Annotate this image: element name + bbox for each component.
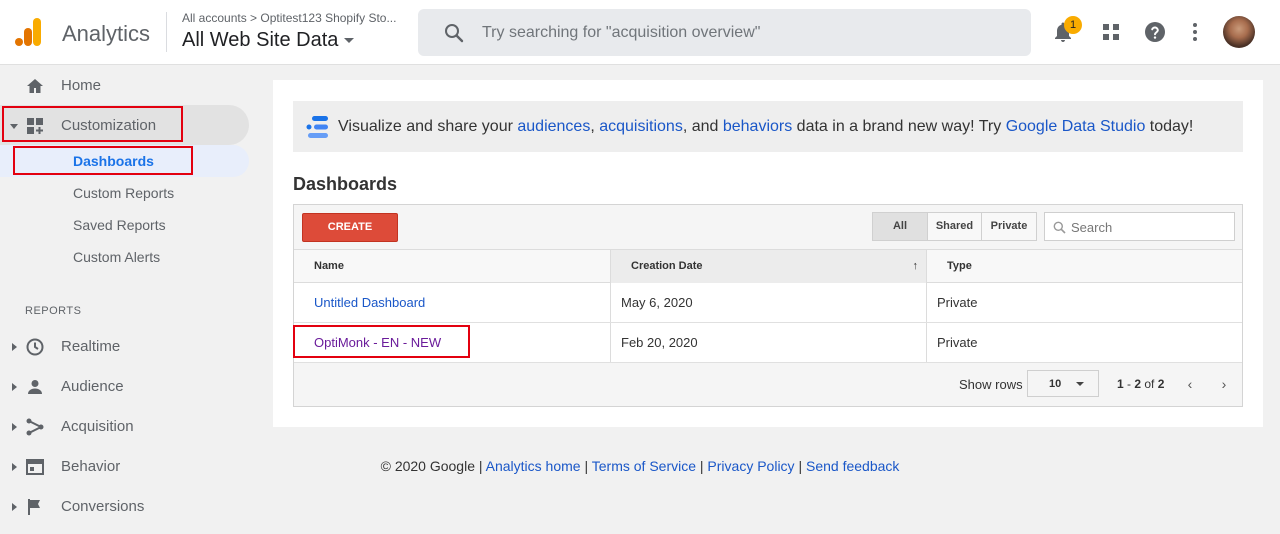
expand-arrow-icon[interactable]	[12, 503, 17, 511]
nav-conversions[interactable]: Conversions	[0, 488, 249, 524]
global-search-input[interactable]	[482, 19, 1002, 46]
user-avatar[interactable]	[1223, 16, 1255, 48]
promo-text: Visualize and share your audiences, acqu…	[338, 118, 1193, 136]
promo-and: , and	[682, 118, 723, 135]
column-header-creation-date[interactable]: Creation Date ↑	[611, 250, 926, 283]
promo-middle: data in a brand new way! Try	[792, 118, 1006, 135]
notification-badge: 1	[1064, 16, 1082, 34]
terms-link[interactable]: Terms of Service	[592, 458, 696, 474]
property-name: All Web Site Data	[182, 29, 339, 51]
property-selector[interactable]: All Web Site Data	[182, 29, 355, 52]
optimonk-highlight-box	[293, 325, 470, 358]
table-search-input[interactable]	[1071, 218, 1221, 236]
expand-arrow-icon[interactable]	[12, 423, 17, 431]
header-divider	[166, 12, 167, 52]
promo-comma: ,	[590, 118, 600, 135]
apps-grid-icon[interactable]	[1099, 20, 1123, 44]
reports-section-title: REPORTS	[25, 305, 82, 317]
row-name-cell: Untitled Dashboard	[294, 283, 425, 322]
page-footer: © 2020 Google | Analytics home | Terms o…	[0, 458, 1280, 474]
promo-prefix: Visualize and share your	[338, 118, 518, 135]
app-name: Analytics	[62, 21, 151, 46]
nav-acquisition[interactable]: Acquisition	[0, 408, 249, 444]
acquisitions-link[interactable]: acquisitions	[599, 118, 683, 135]
more-vert-icon[interactable]	[1183, 20, 1207, 44]
dashboard-link[interactable]: Untitled Dashboard	[314, 295, 425, 310]
dashboards-highlight-box	[13, 146, 193, 175]
nav-saved-reports[interactable]: Saved Reports	[73, 217, 166, 233]
row-date-cell: Feb 20, 2020	[621, 335, 698, 350]
audiences-link[interactable]: audiences	[517, 118, 590, 135]
column-header-type[interactable]: Type	[927, 250, 1242, 283]
clock-icon	[26, 338, 44, 356]
nav-audience[interactable]: Audience	[0, 368, 249, 404]
analytics-logo-icon[interactable]	[14, 17, 44, 47]
behaviors-link[interactable]: behaviors	[723, 118, 792, 135]
column-header-name[interactable]: Name	[294, 250, 610, 283]
analytics-home-link[interactable]: Analytics home	[486, 458, 581, 474]
expand-arrow-icon[interactable]	[12, 383, 17, 391]
nav-home[interactable]: Home	[0, 67, 249, 103]
table-header: Name Creation Date ↑ Type	[294, 250, 1242, 283]
main-content: Visualize and share your audiences, acqu…	[273, 80, 1263, 427]
filter-private-button[interactable]: Private	[981, 212, 1037, 241]
copyright: © 2020 Google |	[380, 458, 486, 474]
customization-highlight-box	[2, 106, 183, 142]
filter-all-button[interactable]: All	[872, 212, 928, 241]
top-bar: Analytics All accounts > Optitest123 Sho…	[0, 0, 1280, 65]
next-page-icon[interactable]: ›	[1218, 377, 1230, 391]
show-rows-label: Show rows	[959, 377, 1023, 392]
row-type-cell: Private	[937, 335, 978, 350]
table-row: Untitled Dashboard May 6, 2020 Private	[294, 283, 1242, 323]
data-studio-icon	[306, 116, 328, 138]
range-separator: -	[1123, 377, 1135, 391]
nav-audience-label: Audience	[61, 378, 124, 395]
nav-conversions-label: Conversions	[61, 498, 145, 515]
data-studio-link[interactable]: Google Data Studio	[1006, 118, 1146, 135]
range-of: of	[1141, 377, 1158, 391]
person-icon	[28, 380, 42, 394]
promo-suffix: today!	[1145, 118, 1194, 135]
rows-per-page-value: 10	[1049, 378, 1062, 390]
feedback-link[interactable]: Send feedback	[806, 458, 899, 474]
table-pagination: Show rows 10 1 - 2 of 2 ‹ ›	[294, 363, 1242, 406]
filter-shared-button[interactable]: Shared	[927, 212, 982, 241]
nav-custom-reports[interactable]: Custom Reports	[73, 185, 174, 201]
nav-realtime-label: Realtime	[61, 338, 121, 355]
expand-arrow-icon[interactable]	[12, 343, 17, 351]
range-total: 2	[1157, 377, 1165, 391]
help-icon[interactable]	[1143, 20, 1167, 44]
column-header-creation-date-label: Creation Date	[631, 260, 703, 272]
pagination-range: 1 - 2 of 2	[1117, 377, 1164, 391]
nav-custom-alerts[interactable]: Custom Alerts	[73, 249, 160, 265]
page-title: Dashboards	[293, 174, 398, 194]
search-icon	[445, 24, 464, 43]
account-breadcrumb[interactable]: All accounts > Optitest123 Shopify Sto..…	[182, 11, 396, 25]
data-studio-promo-banner: Visualize and share your audiences, acqu…	[293, 101, 1243, 152]
caret-down-icon	[1076, 382, 1084, 386]
table-search[interactable]	[1044, 212, 1235, 241]
nav-realtime[interactable]: Realtime	[0, 328, 249, 364]
global-search[interactable]	[418, 9, 1031, 56]
row-type-cell: Private	[937, 295, 978, 310]
footer-separator: |	[794, 458, 806, 474]
range-from: 1	[1117, 377, 1124, 391]
flag-icon	[28, 499, 40, 515]
row-date-cell: May 6, 2020	[621, 295, 693, 310]
caret-down-icon	[344, 38, 355, 44]
search-icon	[1053, 221, 1066, 234]
footer-separator: |	[696, 458, 708, 474]
nav-home-label: Home	[61, 77, 102, 94]
sort-ascending-icon: ↑	[912, 260, 919, 272]
privacy-link[interactable]: Privacy Policy	[707, 458, 794, 474]
prev-page-icon[interactable]: ‹	[1184, 377, 1196, 391]
home-icon	[27, 79, 43, 93]
rows-per-page-select[interactable]: 10	[1027, 370, 1099, 397]
dashboards-table: CREATE All Shared Private Name Creation …	[293, 204, 1243, 407]
acquisition-branch-icon	[26, 418, 44, 436]
create-button[interactable]: CREATE	[302, 213, 398, 242]
footer-separator: |	[580, 458, 592, 474]
nav-acquisition-label: Acquisition	[61, 418, 134, 435]
table-toolbar: CREATE All Shared Private	[294, 205, 1242, 250]
